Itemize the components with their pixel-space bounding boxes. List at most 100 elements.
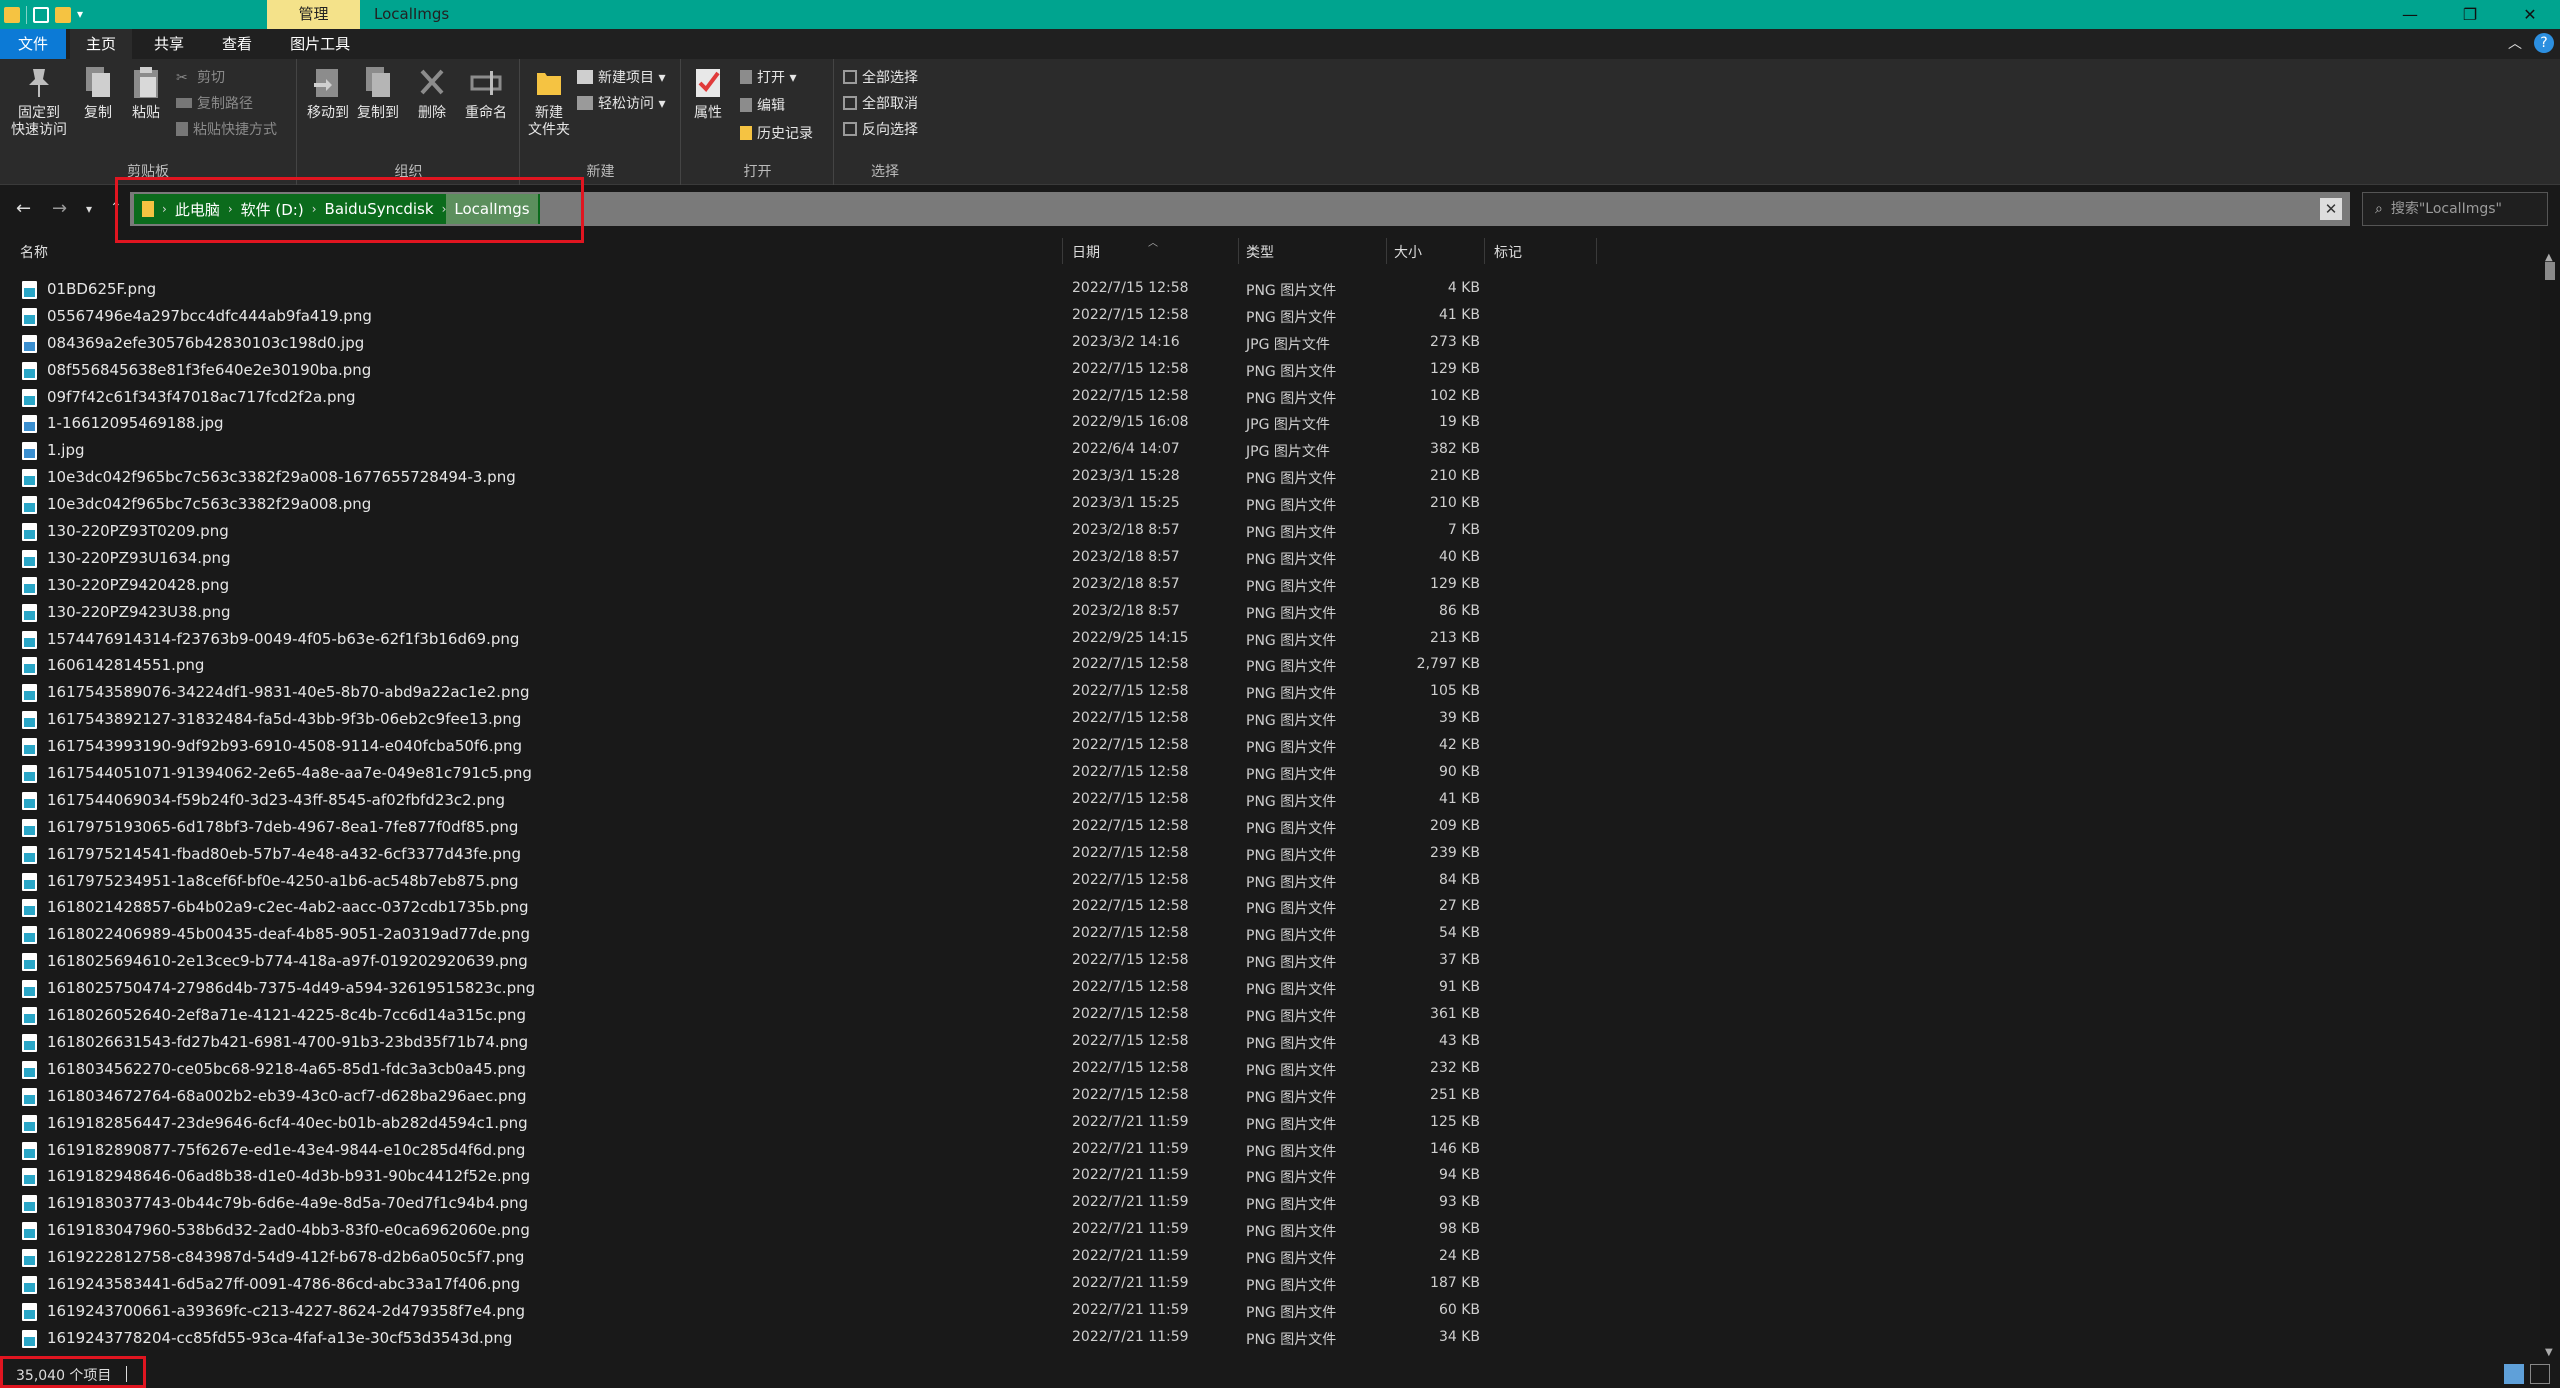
file-row[interactable]: 1617544051071-91394062-2e65-4a8e-aa7e-04… bbox=[0, 760, 2540, 787]
new-folder-quick-icon[interactable] bbox=[55, 6, 71, 23]
properties-button[interactable]: 属性 bbox=[690, 65, 726, 122]
column-header-size[interactable]: 大小 bbox=[1394, 242, 1422, 262]
file-row[interactable]: 10e3dc042f965bc7c563c3382f29a008-1677655… bbox=[0, 464, 2540, 491]
file-row[interactable]: 1619182948646-06ad8b38-d1e0-4d3b-b931-90… bbox=[0, 1163, 2540, 1190]
column-header-type[interactable]: 类型 bbox=[1246, 242, 1274, 262]
recent-locations-icon[interactable]: ▾ bbox=[86, 202, 92, 216]
file-row[interactable]: 1618025750474-27986d4b-7375-4d49-a594-32… bbox=[0, 975, 2540, 1002]
help-icon[interactable]: ? bbox=[2534, 33, 2554, 53]
png-file-icon bbox=[22, 738, 37, 757]
rename-button[interactable]: 重命名 bbox=[460, 65, 512, 122]
invert-selection-button[interactable]: 反向选择 bbox=[843, 119, 918, 139]
copy-path-button[interactable]: 复制路径 bbox=[176, 93, 253, 113]
new-item-button[interactable]: 新建项目 ▾ bbox=[577, 67, 665, 87]
file-row[interactable]: 1606142814551.png 2022/7/15 12:58 PNG 图片文件… bbox=[0, 652, 2540, 679]
png-file-icon bbox=[22, 576, 37, 595]
png-file-icon bbox=[22, 953, 37, 972]
file-row[interactable]: 130-220PZ93T0209.png 2023/2/18 8:57 PNG 图片… bbox=[0, 518, 2540, 545]
copy-button[interactable]: 复制 bbox=[78, 65, 118, 122]
png-file-icon bbox=[22, 496, 37, 515]
file-row[interactable]: 1618034672764-68a002b2-eb39-43c0-acf7-d6… bbox=[0, 1083, 2540, 1110]
file-row[interactable]: 1618021428857-6b4b02a9-c2ec-4ab2-aacc-03… bbox=[0, 894, 2540, 921]
cut-button[interactable]: ✂ 剪切 bbox=[176, 67, 225, 87]
file-row[interactable]: 1617975193065-6d178bf3-7deb-4967-8ea1-7f… bbox=[0, 814, 2540, 841]
file-row[interactable]: 05567496e4a297bcc4dfc444ab9fa419.png 2022… bbox=[0, 303, 2540, 330]
forward-arrow-icon[interactable]: → bbox=[52, 198, 67, 219]
customize-quick-access-icon[interactable]: ▾ bbox=[77, 7, 83, 23]
tab-picture-tools[interactable]: 图片工具 bbox=[274, 29, 366, 59]
png-file-icon bbox=[22, 1329, 37, 1348]
clear-address-icon[interactable]: ✕ bbox=[2320, 198, 2342, 220]
file-row[interactable]: 1-16612095469188.jpg 2022/9/15 16:08 JPG 图… bbox=[0, 410, 2540, 437]
file-row[interactable]: 1617543589076-34224df1-9831-40e5-8b70-ab… bbox=[0, 679, 2540, 706]
file-row[interactable]: 1619182890877-75f6267e-ed1e-43e4-9844-e1… bbox=[0, 1137, 2540, 1164]
file-row[interactable]: 1619183037743-0b44c79b-6d6e-4a9e-8d5a-70… bbox=[0, 1190, 2540, 1217]
file-row[interactable]: 1617543993190-9df92b93-6910-4508-9114-e0… bbox=[0, 733, 2540, 760]
file-row[interactable]: 1619243583441-6d5a27ff-0091-4786-86cd-ab… bbox=[0, 1271, 2540, 1298]
move-to-button[interactable]: 移动到 bbox=[306, 65, 350, 122]
tab-home[interactable]: 主页 bbox=[70, 29, 133, 59]
file-row[interactable]: 1617544069034-f59b24f0-3d23-43ff-8545-af… bbox=[0, 787, 2540, 814]
tab-share[interactable]: 共享 bbox=[138, 29, 200, 59]
file-row[interactable]: 1618025694610-2e13cec9-b774-418a-a97f-01… bbox=[0, 948, 2540, 975]
search-box[interactable]: ⌕ 搜索"LocalImgs" bbox=[2362, 192, 2548, 226]
pin-quick-access-button[interactable]: 固定到 快速访问 bbox=[8, 65, 70, 139]
file-row[interactable]: 1.jpg 2022/6/4 14:07 JPG 图片文件 382 KB bbox=[0, 437, 2540, 464]
easy-access-button[interactable]: 轻松访问 ▾ bbox=[577, 93, 665, 113]
edit-button[interactable]: 编辑 bbox=[740, 95, 785, 115]
column-header-tags[interactable]: 标记 bbox=[1494, 242, 1522, 262]
close-button[interactable]: ✕ bbox=[2500, 0, 2560, 29]
maximize-button[interactable]: ❐ bbox=[2440, 0, 2500, 29]
file-row[interactable]: 1619243778204-cc85fd55-93ca-4faf-a13e-30… bbox=[0, 1325, 2540, 1352]
file-row[interactable]: 1618026631543-fd27b421-6981-4700-91b3-23… bbox=[0, 1029, 2540, 1056]
new-folder-button[interactable]: 新建 文件夹 bbox=[525, 65, 573, 139]
scroll-down-icon[interactable]: ▼ bbox=[2545, 1347, 2553, 1358]
file-row[interactable]: 084369a2efe30576b42830103c198d0.jpg 2023/… bbox=[0, 330, 2540, 357]
paste-button[interactable]: 粘贴 bbox=[126, 65, 166, 122]
tab-manage[interactable]: 管理 bbox=[267, 0, 360, 29]
file-row[interactable]: 1619183047960-538b6d32-2ad0-4bb3-83f0-e0… bbox=[0, 1217, 2540, 1244]
back-arrow-icon[interactable]: ← bbox=[16, 198, 31, 219]
column-header-date[interactable]: 日期 bbox=[1072, 242, 1100, 262]
copy-to-button[interactable]: 复制到 bbox=[356, 65, 400, 122]
file-row[interactable]: 130-220PZ9420428.png 2023/2/18 8:57 PNG 图片… bbox=[0, 572, 2540, 599]
details-view-icon[interactable] bbox=[2504, 1364, 2524, 1384]
collapse-ribbon-icon[interactable]: ︿ bbox=[2508, 33, 2522, 53]
select-none-button[interactable]: 全部取消 bbox=[843, 93, 918, 113]
file-name: 1617544051071-91394062-2e65-4a8e-aa7e-04… bbox=[47, 764, 532, 783]
file-row[interactable]: 130-220PZ93U1634.png 2023/2/18 8:57 PNG 图片… bbox=[0, 545, 2540, 572]
tab-view[interactable]: 查看 bbox=[206, 29, 268, 59]
file-row[interactable]: 130-220PZ9423U38.png 2023/2/18 8:57 PNG 图片… bbox=[0, 599, 2540, 626]
file-row[interactable]: 1618034562270-ce05bc68-9218-4a65-85d1-fd… bbox=[0, 1056, 2540, 1083]
file-row[interactable]: 1574476914314-f23763b9-0049-4f05-b63e-62… bbox=[0, 626, 2540, 653]
paste-label: 粘贴 bbox=[132, 105, 160, 121]
new-folder-label: 新建 文件夹 bbox=[528, 105, 570, 138]
open-button[interactable]: 打开 ▾ bbox=[740, 67, 796, 87]
minimize-button[interactable]: — bbox=[2380, 0, 2440, 29]
history-button[interactable]: 历史记录 bbox=[740, 123, 813, 143]
file-type: PNG 图片文件 bbox=[1246, 1331, 1337, 1348]
file-row[interactable]: 10e3dc042f965bc7c563c3382f29a008.png 2023… bbox=[0, 491, 2540, 518]
file-row[interactable]: 1619182856447-23de9646-6cf4-40ec-b01b-ab… bbox=[0, 1110, 2540, 1137]
delete-button[interactable]: 删除 bbox=[414, 65, 450, 122]
file-row[interactable]: 1618022406989-45b00435-deaf-4b85-9051-2a… bbox=[0, 921, 2540, 948]
file-row[interactable]: 1619243700661-a39369fc-c213-4227-8624-2d… bbox=[0, 1298, 2540, 1325]
title-bar: ▾ 管理 LocalImgs — ❐ ✕ bbox=[0, 0, 2560, 29]
file-row[interactable]: 01BD625F.png 2022/7/15 12:58 PNG 图片文件 4 KB bbox=[0, 276, 2540, 303]
vertical-scrollbar[interactable]: ▲ ▼ bbox=[2540, 250, 2560, 1360]
column-header-name[interactable]: 名称 bbox=[20, 242, 48, 262]
file-row[interactable]: 1618026052640-2ef8a71e-4121-4225-8c4b-7c… bbox=[0, 1002, 2540, 1029]
file-row[interactable]: 1617975234951-1a8cef6f-bf0e-4250-a1b6-ac… bbox=[0, 868, 2540, 895]
large-icons-view-icon[interactable] bbox=[2530, 1364, 2550, 1384]
tab-file[interactable]: 文件 bbox=[0, 29, 67, 59]
file-row[interactable]: 08f556845638e81f3fe640e2e30190ba.png 2022… bbox=[0, 357, 2540, 384]
paste-shortcut-button[interactable]: 粘贴快捷方式 bbox=[176, 119, 277, 139]
properties-quick-icon[interactable] bbox=[33, 6, 49, 23]
scrollbar-thumb[interactable] bbox=[2545, 262, 2555, 280]
file-row[interactable]: 1617975214541-fbad80eb-57b7-4e48-a432-6c… bbox=[0, 841, 2540, 868]
file-size: 93 KB bbox=[1438, 1194, 1480, 1211]
select-all-button[interactable]: 全部选择 bbox=[843, 67, 918, 87]
file-row[interactable]: 1619222812758-c843987d-54d9-412f-b678-d2… bbox=[0, 1244, 2540, 1271]
file-row[interactable]: 09f7f42c61f343f47018ac717fcd2f2a.png 2022… bbox=[0, 384, 2540, 411]
file-row[interactable]: 1617543892127-31832484-fa5d-43bb-9f3b-06… bbox=[0, 706, 2540, 733]
